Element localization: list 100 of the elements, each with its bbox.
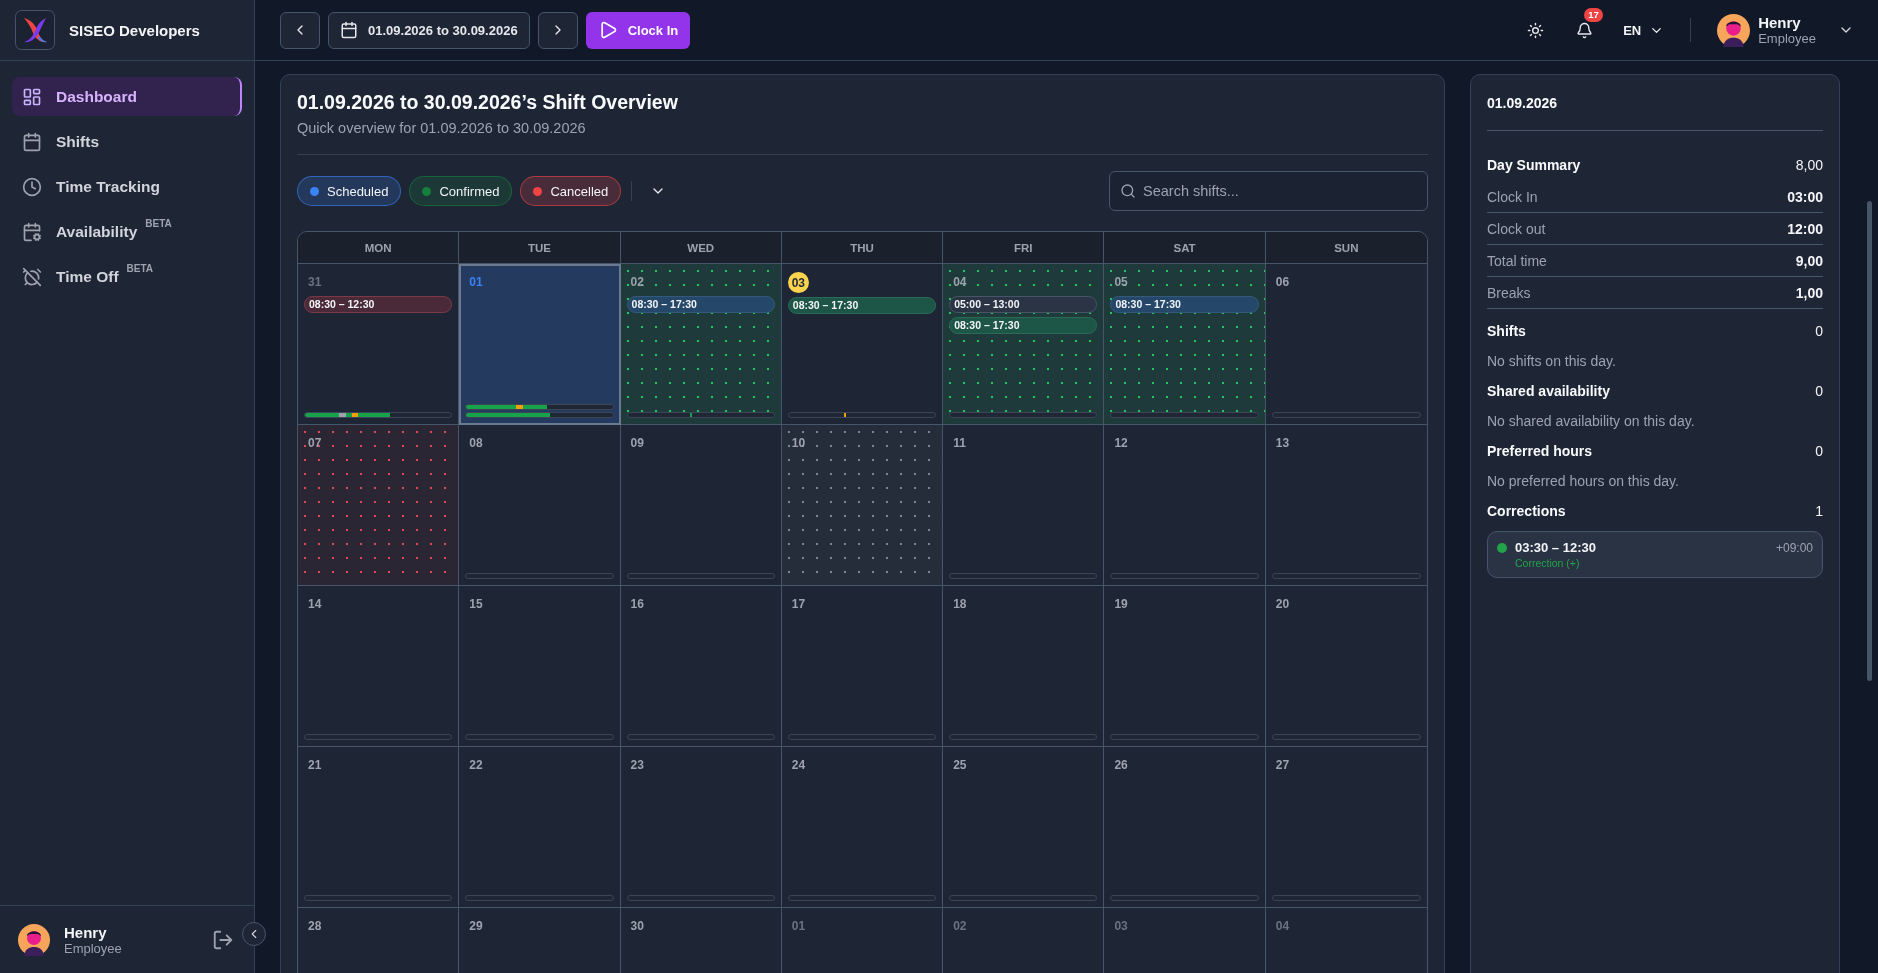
shift-pill[interactable]: 08:30 – 17:30	[787, 297, 937, 314]
clock-in-button[interactable]: Clock In	[585, 11, 691, 49]
section-title: Preferred hours	[1487, 443, 1593, 459]
day-cell[interactable]: 26	[1104, 747, 1266, 908]
status-filter[interactable]: Confirmed	[409, 176, 513, 206]
user-menu[interactable]: Henry Employee	[1717, 13, 1854, 47]
day-cell[interactable]: 11	[943, 425, 1105, 586]
day-number: 11	[952, 435, 967, 452]
section-count: 1	[1815, 503, 1823, 519]
day-number: 31	[307, 274, 323, 291]
date-range-button[interactable]: 01.09.2026 to 30.09.2026	[328, 11, 530, 49]
shift-pill[interactable]: 08:30 – 17:30	[1110, 296, 1259, 313]
nav-item[interactable]: Shifts	[12, 122, 242, 161]
language-select[interactable]: EN	[1623, 22, 1665, 38]
day-cell[interactable]: 21	[298, 747, 460, 908]
weekday-header: TUE	[459, 232, 621, 264]
nav-icon	[22, 86, 42, 107]
summary-value: 03:00	[1787, 188, 1823, 205]
day-cell[interactable]: 22	[459, 747, 621, 908]
nav-item[interactable]: Time Tracking	[12, 167, 242, 206]
day-number: 21	[307, 757, 323, 774]
day-number: 08	[468, 435, 484, 452]
day-number: 06	[1274, 274, 1291, 291]
day-number: 15	[468, 596, 484, 613]
shift-pill[interactable]: 08:30 – 17:30	[949, 317, 1098, 334]
day-number: 04	[1274, 918, 1291, 935]
day-number: 09	[629, 435, 645, 452]
day-number: 07	[307, 435, 323, 452]
day-cell[interactable]: 07	[298, 425, 460, 586]
user-role: Employee	[1758, 31, 1816, 46]
overview-title: 01.09.2026 to 30.09.2026’s Shift Overview	[297, 91, 679, 114]
day-cell[interactable]: 16	[620, 586, 782, 747]
section-value: 8,00	[1795, 157, 1823, 173]
day-cell[interactable]: 18	[943, 586, 1105, 747]
day-cell[interactable]: 15	[459, 586, 621, 747]
day-number: 18	[952, 596, 968, 613]
day-cell[interactable]: 23	[620, 747, 782, 908]
day-number: 30	[629, 918, 645, 935]
summary-label: Breaks	[1487, 284, 1531, 301]
section-title: Corrections	[1487, 503, 1566, 519]
day-cell[interactable]: 08	[459, 425, 621, 586]
collapse-button[interactable]	[242, 922, 266, 946]
section-title: Day Summary	[1487, 157, 1581, 173]
day-number: 13	[1274, 435, 1291, 452]
nav-icon	[22, 266, 42, 287]
beta-tag: BETA	[145, 218, 172, 229]
nav-item[interactable]: Availability $^{BETA}$	[12, 212, 242, 251]
empty-message: No shifts on this day.	[1487, 353, 1617, 369]
day-number: 25	[952, 757, 968, 774]
day-number: 24	[790, 757, 807, 774]
weekday-header: THU	[781, 232, 944, 264]
day-cell[interactable]: 14	[298, 586, 460, 747]
section-count: 0	[1815, 323, 1823, 339]
day-number: 19	[1113, 596, 1129, 613]
weekday-header: WED	[620, 232, 782, 264]
day-cell[interactable]: 03 08:30 – 17:30	[781, 264, 944, 425]
shift-pill[interactable]: 08:30 – 12:30	[304, 296, 453, 313]
weekday-header: MON	[298, 232, 460, 264]
day-cell[interactable]: 17	[781, 586, 944, 747]
status-filter[interactable]: Scheduled	[297, 176, 402, 206]
correction-note: Correction (+)	[1515, 557, 1581, 569]
nav-item[interactable]: Time Off $^{BETA}$	[12, 257, 242, 296]
day-number: 12	[1113, 435, 1129, 452]
shift-pill[interactable]: 05:00 – 13:00	[949, 296, 1098, 313]
day-cell[interactable]: 12	[1104, 425, 1266, 586]
day-number: 05	[1113, 274, 1129, 291]
weekday-header: SAT	[1104, 232, 1266, 264]
summary-value: 12:00	[1787, 220, 1823, 237]
day-cell[interactable]: 31 08:30 – 12:30	[298, 264, 460, 425]
day-cell[interactable]: 09	[620, 425, 782, 586]
weekday-header: SUN	[1265, 232, 1427, 264]
status-filter[interactable]: Cancelled	[520, 176, 622, 206]
day-cell[interactable]: 25	[943, 747, 1105, 908]
summary-value: 1,00	[1795, 284, 1823, 301]
empty-message: No shared availability on this day.	[1487, 413, 1696, 429]
day-cell[interactable]: 04 05:00 – 13:00 08:30 – 17:30	[943, 264, 1105, 425]
day-number: 01	[790, 918, 807, 935]
avatar	[1717, 13, 1751, 47]
beta-tag: BETA	[126, 263, 154, 274]
user-name: Henry	[1758, 14, 1802, 31]
correction-entry[interactable]: 03:30 – 12:30 +09:00 Correction (+)	[1487, 531, 1823, 578]
shift-pill[interactable]: 08:30 – 17:30	[626, 296, 775, 313]
search-field[interactable]: Search shifts...	[1109, 171, 1428, 211]
scrollbar[interactable]	[1867, 201, 1872, 681]
user-role: Employee	[64, 940, 123, 956]
nav-item[interactable]: Dashboard	[12, 77, 242, 116]
avatar	[18, 923, 50, 956]
day-cell[interactable]: 19	[1104, 586, 1266, 747]
day-cell[interactable]: 24	[781, 747, 944, 908]
day-cell[interactable]: 05 08:30 – 17:30	[1104, 264, 1266, 425]
sun-icon	[1527, 21, 1545, 39]
day-cell[interactable]: 10	[781, 425, 944, 586]
day-cell[interactable]: 02 08:30 – 17:30	[620, 264, 782, 425]
correction-time: 03:30 – 12:30	[1515, 540, 1597, 555]
day-cell[interactable]: 01	[459, 264, 621, 425]
correction-delta: +09:00	[1775, 540, 1813, 555]
brand-name: SISEO Developers	[69, 21, 200, 39]
day-number: 02	[952, 918, 968, 935]
day-number: 04	[952, 274, 968, 291]
day-number: 02	[629, 274, 645, 291]
